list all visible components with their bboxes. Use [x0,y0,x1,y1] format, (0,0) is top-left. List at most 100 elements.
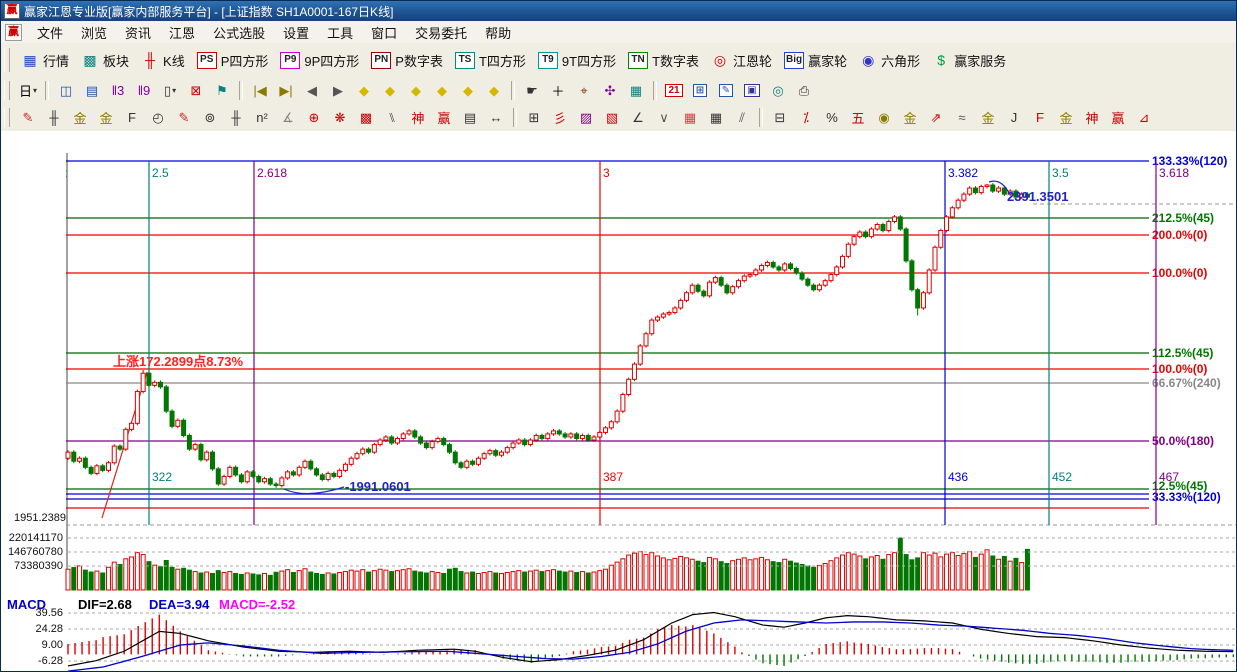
toolbar-button-winner-service[interactable]: $赢家服务 [926,48,1012,73]
toolbar-button-hexagon[interactable]: ◉六角形 [853,48,926,73]
shaded-box2-icon[interactable]: ▧ [599,106,625,129]
diamond-center-icon[interactable]: ◆ [455,79,481,102]
slant-lines-icon[interactable]: ⫽ [729,106,755,129]
target-red-icon[interactable]: ⊕ [301,106,327,129]
menu-item-0[interactable]: 文件 [28,21,72,44]
diamond-expand-icon[interactable]: ◆ [403,79,429,102]
star-web-icon[interactable]: ❋ [327,106,353,129]
gold-line2-icon[interactable]: 金 [1053,106,1079,129]
percent-slash-icon[interactable]: ⁒ [793,106,819,129]
arrow-flag-icon[interactable]: ⇗ [923,106,949,129]
f-line-icon[interactable]: F [1027,106,1053,129]
menu-item-5[interactable]: 设置 [274,21,318,44]
diamond-compress-icon[interactable]: ◆ [429,79,455,102]
calculator-icon[interactable]: ⊞ [687,79,713,102]
toolbar-button-p-digit-table[interactable]: PNP数字表 [365,48,449,73]
bars-9-icon[interactable]: ‖9 [131,79,157,102]
toolbar-grip[interactable] [4,81,10,100]
print-icon[interactable]: ⎙ [791,79,817,102]
web-grid-icon[interactable]: ▩ [353,106,379,129]
toolbar-button-kline[interactable]: ╫K线 [135,48,191,73]
menu-item-2[interactable]: 资讯 [116,21,160,44]
ying-line-icon[interactable]: 赢 [1105,106,1131,129]
menu-item-6[interactable]: 工具 [318,21,362,44]
width-arrows-icon[interactable]: ↔ [483,106,509,129]
menu-item-8[interactable]: 交易委托 [406,21,476,44]
angle-lines-icon[interactable]: ∠ [625,106,651,129]
hand-drag-icon[interactable]: ☛ [519,79,545,102]
menu-item-3[interactable]: 江恩 [160,21,204,44]
box-tool-icon[interactable]: ⊞ [521,106,547,129]
menu-item-4[interactable]: 公式选股 [204,21,274,44]
toolbar-button-t-digit-table[interactable]: TNT数字表 [622,48,705,73]
toolbar-button-sectors[interactable]: ▩板块 [75,48,135,73]
single-candle-dropdown[interactable]: ▯▾ [157,79,183,102]
toolbar-button-winner-wheel[interactable]: Big赢家轮 [778,48,853,73]
toolbar-grip[interactable] [4,108,10,127]
toolbar-button-gann-wheel[interactable]: ◎江恩轮 [705,48,778,73]
angle-final-icon[interactable]: ⊿ [1131,106,1157,129]
formula-box-icon[interactable]: ⊠ [183,79,209,102]
ruler-123-icon[interactable]: ▤ [457,106,483,129]
web-icon[interactable]: ◎ [765,79,791,102]
shen-line-icon[interactable]: 神 [1079,106,1105,129]
n-squared-icon[interactable]: n² [249,106,275,129]
percent-icon[interactable]: % [819,106,845,129]
gold-circle-icon[interactable]: ◉ [871,106,897,129]
prev-icon[interactable]: ◀ [299,79,325,102]
menu-item-7[interactable]: 窗口 [362,21,406,44]
grid-red-icon[interactable]: ▦ [677,106,703,129]
gold-lines-icon[interactable]: 金 [897,106,923,129]
spiral-icon[interactable]: ◴ [145,106,171,129]
diamond-left-icon[interactable]: ◆ [351,79,377,102]
j-line-icon[interactable]: J [1001,106,1027,129]
five-icon[interactable]: 五 [845,106,871,129]
angle-fan-icon[interactable]: ∡ [275,106,301,129]
magnifier-icon[interactable]: ⌖ [571,79,597,102]
pencil2-icon[interactable]: ✎ [171,106,197,129]
toolbar-button-9p-square[interactable]: P99P四方形 [274,48,365,73]
pencil-icon[interactable]: ✎ [15,106,41,129]
tick-marks-icon[interactable]: ⑊ [379,106,405,129]
color-chart-icon[interactable]: ⚑ [209,79,235,102]
rays-icon[interactable]: 彡 [547,106,573,129]
toolbar-button-9t-square[interactable]: T99T四方形 [532,48,622,73]
first-page-icon[interactable]: |◀ [247,79,273,102]
toolbar-button-quotes[interactable]: ▦行情 [15,48,75,73]
diamond-fit-icon[interactable]: ◆ [481,79,507,102]
bars-3-icon[interactable]: ‖3 [105,79,131,102]
diamond-right-icon[interactable]: ◆ [377,79,403,102]
hist-tool-icon[interactable]: ⊟ [767,106,793,129]
window-tile-icon[interactable]: ◫ [53,79,79,102]
hash-icon[interactable]: ╫ [223,106,249,129]
period-day-dropdown[interactable]: 日▾ [15,79,41,102]
fib-f-icon[interactable]: F [119,106,145,129]
pencil2-icon-glyph: ✎ [179,110,190,126]
calendar-21-icon[interactable]: 21 [661,79,687,102]
info-panel-icon[interactable]: ▤ [79,79,105,102]
wave-icon[interactable]: ≈ [949,106,975,129]
gold-gann-icon[interactable]: 金 [67,106,93,129]
gold-slash-icon[interactable]: 金 [975,106,1001,129]
toolbar-grip[interactable] [4,48,10,72]
compass-icon[interactable]: ⊚ [197,106,223,129]
notepad-icon[interactable]: ✎ [713,79,739,102]
crosshair-icon[interactable]: ＋ [545,79,571,102]
save-icon[interactable]: ▣ [739,79,765,102]
toolbar-button-p-square[interactable]: PSP四方形 [191,48,275,73]
next-icon[interactable]: ▶ [325,79,351,102]
ying-icon[interactable]: 赢 [431,106,457,129]
menu-item-9[interactable]: 帮助 [476,21,520,44]
grid-dark-icon[interactable]: ▦ [703,106,729,129]
gann-tool-icon[interactable]: ✣ [597,79,623,102]
menu-item-1[interactable]: 浏览 [72,21,116,44]
puzzle-icon[interactable]: ▦ [623,79,649,102]
last-page-icon[interactable]: ▶| [273,79,299,102]
price-chart-canvas[interactable]: 133.33%(120)212.5%(45)200.0%(0)100.0%(0)… [1,131,1237,672]
zigzag-icon[interactable]: ∨ [651,106,677,129]
gann-ruler-icon[interactable]: ╫ [41,106,67,129]
gold-gann2-icon[interactable]: 金 [93,106,119,129]
toolbar-button-t-square[interactable]: TST四方形 [449,48,532,73]
shaded-box-icon[interactable]: ▨ [573,106,599,129]
shen-icon[interactable]: 神 [405,106,431,129]
